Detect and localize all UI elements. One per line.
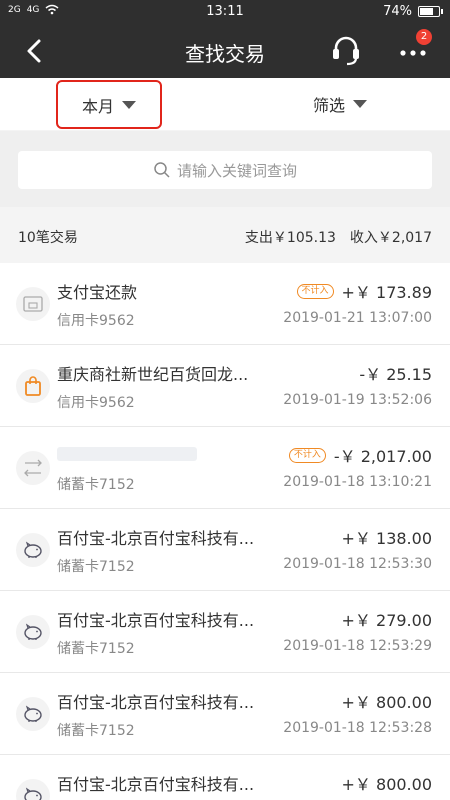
transaction-amount-group: +￥ 138.00 xyxy=(342,525,432,549)
transaction-name: 百付宝-北京百付宝科技有... xyxy=(57,693,255,712)
transaction-name: 百付宝-北京百付宝科技有... xyxy=(57,611,255,630)
transaction-row[interactable]: 百付宝-北京百付宝科技有... 储蓄卡7152 +￥ 800.00 2019-01-1… xyxy=(0,673,450,755)
totals: 支出￥105.13 收入￥2,017 xyxy=(245,227,432,247)
expense-total: 支出￥105.13 xyxy=(244,230,336,246)
battery-percent: 74% xyxy=(383,4,412,19)
excluded-tag: 不计入 xyxy=(296,283,334,299)
transaction-date: 2019-01-19 13:52:06 xyxy=(283,392,432,408)
filter-bar: 本月 筛选 xyxy=(0,78,450,130)
transaction-date: 2019-01-18 12:53:30 xyxy=(283,556,432,572)
transaction-row[interactable]: 重庆商社新世纪百货回龙... 信用卡9562 -￥ 25.15 2019-01-19 … xyxy=(0,345,450,427)
transaction-row[interactable]: 百付宝-北京百付宝科技有... 储蓄卡7152 +￥ 138.00 2019-01-1… xyxy=(0,509,450,591)
dropdown-triangle-icon xyxy=(122,100,136,109)
transaction-amount: +￥ 800.00 xyxy=(341,775,432,794)
transaction-amount: +￥ 279.00 xyxy=(341,611,432,630)
transaction-name xyxy=(57,447,197,461)
income-total: 收入￥2,017 xyxy=(349,230,432,246)
transaction-amount-group: 不计入 -￥ 2,017.00 xyxy=(288,443,432,467)
status-bar: 2G 4G 13:11 74% xyxy=(0,0,450,24)
transaction-row[interactable]: 百付宝-北京百付宝科技有... 储蓄卡7152 +￥ 279.00 2019-01-1… xyxy=(0,591,450,673)
transaction-date: 2019-01-18 12:53:28 xyxy=(283,720,432,736)
transfer-icon xyxy=(16,451,50,485)
piggy-bank-icon xyxy=(16,615,50,649)
transaction-amount: +￥ 800.00 xyxy=(341,693,432,712)
transaction-amount-group: +￥ 800.00 xyxy=(342,771,432,795)
transaction-amount: -￥ 25.15 xyxy=(359,365,432,384)
search-icon xyxy=(154,162,170,178)
transaction-amount: -￥ 2,017.00 xyxy=(333,447,432,466)
piggy-bank-icon xyxy=(16,697,50,731)
search-input[interactable]: 请输入关键词查询 xyxy=(18,151,432,189)
transaction-account: 信用卡9562 xyxy=(57,313,135,329)
transaction-summary: 10笔交易 支出￥105.13 收入￥2,017 xyxy=(0,207,450,263)
excluded-tag: 不计入 xyxy=(288,447,326,463)
transaction-account: 储蓄卡7152 xyxy=(57,641,135,657)
transaction-account: 储蓄卡7152 xyxy=(57,477,135,493)
notification-badge: 2 xyxy=(416,29,432,45)
filter-dropdown-label: 筛选 xyxy=(312,96,345,115)
transaction-amount: +￥ 138.00 xyxy=(341,529,432,548)
battery-status: 74% xyxy=(383,4,443,19)
piggy-bank-icon xyxy=(16,533,50,567)
transaction-amount: +￥ 173.89 xyxy=(341,283,432,302)
transaction-amount-group: 不计入 +￥ 173.89 xyxy=(296,279,432,303)
transaction-date: 2019-01-21 13:07:00 xyxy=(283,310,432,326)
month-dropdown-label: 本月 xyxy=(81,96,114,116)
transaction-name: 百付宝-北京百付宝科技有... xyxy=(57,529,255,548)
transaction-name: 百付宝-北京百付宝科技有... xyxy=(57,775,255,794)
transaction-row[interactable]: 储蓄卡7152 不计入 -￥ 2,017.00 2019-01-18 13:10:21 xyxy=(0,427,450,509)
dropdown-triangle-icon xyxy=(353,100,367,108)
filter-dropdown[interactable]: 筛选 xyxy=(300,88,380,120)
transaction-amount-group: -￥ 25.15 xyxy=(359,361,432,385)
shopping-bag-icon xyxy=(16,369,50,403)
page-title: 查找交易 xyxy=(185,42,265,66)
transaction-name: 支付宝还款 xyxy=(57,283,138,302)
transaction-name: 重庆商社新世纪百货回龙... xyxy=(57,365,249,384)
battery-icon xyxy=(418,6,443,17)
transaction-list: 支付宝还款信用卡9562 不计入 +￥ 173.89 2019-01-21 13:07… xyxy=(0,263,450,800)
transaction-account: 储蓄卡7152 xyxy=(57,723,135,739)
search-placeholder: 请输入关键词查询 xyxy=(176,161,297,180)
customer-service-icon[interactable] xyxy=(330,34,362,68)
transaction-amount-group: +￥ 800.00 xyxy=(342,689,432,713)
app-header: 查找交易 2 xyxy=(0,24,450,78)
transaction-date: 2019-01-18 13:10:21 xyxy=(283,474,432,490)
piggy-bank-icon xyxy=(16,779,50,800)
transaction-account: 信用卡9562 xyxy=(57,395,135,411)
transaction-date: 2019-01-18 12:53:29 xyxy=(283,638,432,654)
transaction-row[interactable]: 支付宝还款信用卡9562 不计入 +￥ 173.89 2019-01-21 13:07… xyxy=(0,263,450,345)
card-icon xyxy=(16,287,50,321)
month-dropdown[interactable]: 本月 xyxy=(56,80,162,129)
search-section: 请输入关键词查询 xyxy=(0,131,450,207)
transaction-amount-group: +￥ 279.00 xyxy=(342,607,432,631)
transaction-row[interactable]: 百付宝-北京百付宝科技有... +￥ 800.00 xyxy=(0,755,450,800)
transaction-count: 10笔交易 xyxy=(18,230,78,246)
transaction-account: 储蓄卡7152 xyxy=(57,559,135,575)
